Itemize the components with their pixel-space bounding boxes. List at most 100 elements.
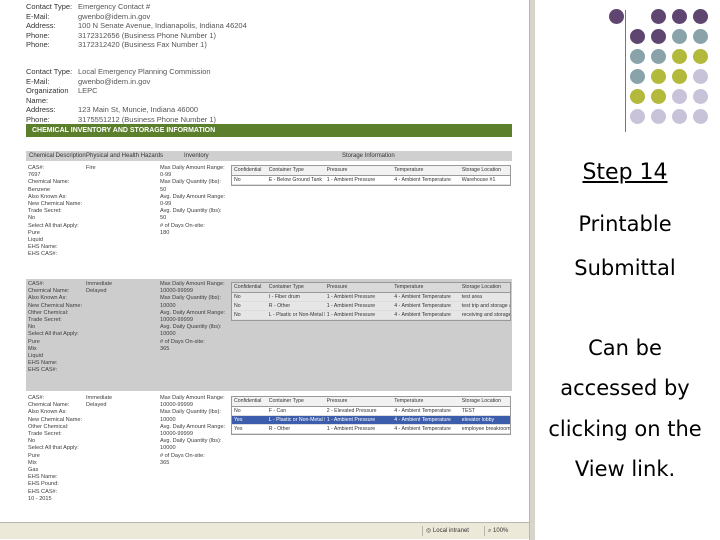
storage-cell: test trip and storage area (461, 303, 510, 309)
chemical-description-line: EHS CAS#: (28, 251, 58, 258)
storage-column-header: Temperature (394, 398, 424, 404)
decorative-dot (630, 109, 645, 124)
emergency-contact-block: Contact Type: Emergency Contact # E-Mail: g… (26, 2, 247, 50)
storage-cell: 1 - Ambient Pressure (326, 417, 376, 423)
storage-table: Confidential Container Type Pressure Temper… (231, 165, 511, 186)
chemical-description-line: Chemical Name: (28, 402, 70, 409)
header-storage-information: Storage Information (342, 153, 395, 159)
contact-value: LEPC (78, 86, 98, 95)
chemical-description-line: Pure (28, 229, 40, 236)
inventory-line: 50 (160, 215, 167, 222)
chemical-description-line: Trade Secret: (28, 208, 62, 215)
slide-line-6: View link. (574, 457, 676, 481)
chemical-description-line: New Chemical Name: (28, 416, 83, 423)
storage-cell: elevator lobby (461, 417, 495, 423)
inventory-line: 365 (160, 459, 170, 466)
storage-cell: 1 - Ambient Pressure (326, 426, 376, 432)
lepc-contact-block: Contact Type: Local Emergency Planning Co… (26, 67, 216, 124)
inventory-line: Avg. Daily Amount Range: (160, 309, 226, 316)
contact-label: E-Mail: (26, 76, 50, 86)
inventory-line: Max Daily Amount Range: (160, 165, 225, 171)
inventory-line: 10000-99999 (160, 402, 193, 409)
contact-label: Contact Type: (26, 67, 73, 76)
storage-cell: L - Plastic or Non-Metal Drum (268, 312, 325, 318)
header-hazards: Physical and Health Hazards (86, 153, 164, 159)
contact-value: Emergency Contact # (78, 2, 151, 11)
header-chemical-description: Chemical Description (29, 153, 86, 159)
hazards: Fire (86, 165, 156, 172)
slide-line-1: Printable (578, 212, 672, 236)
decorative-dot (693, 49, 708, 64)
chemical-description-line: Select All that Apply: (28, 331, 79, 338)
chemical-description-line: Gas (28, 467, 39, 474)
slide-divider-line (625, 10, 626, 132)
inventory: Max Daily Amount Range: 10000-99999 Max Da… (160, 281, 232, 353)
storage-column-header: Storage Location (461, 167, 502, 173)
storage-header-row: Confidential Container Type Pressure Temper… (232, 283, 510, 293)
chemical-description-line: Mix (28, 459, 37, 466)
zoom-icon: ⌕ (488, 528, 492, 534)
storage-row: Yes L - Plastic or Non-Metal Drum1 - Ambi… (232, 416, 510, 425)
inventory-line: 180 (160, 229, 170, 236)
storage-cell: test area (461, 294, 482, 300)
storage-cell: employee breakroom (461, 426, 510, 432)
inventory-line: 10000-99999 (160, 431, 193, 438)
chemical-description-line: Chemical Name: (28, 179, 70, 186)
decorative-dot (672, 109, 687, 124)
inventory-line: Avg. Daily Quantity (lbs): (160, 324, 222, 331)
inventory-line: # of Days On-site: (160, 452, 205, 459)
inventory-line: Max Daily Quantity (lbs): (160, 295, 221, 302)
storage-cell: 4 - Ambient Temperature (394, 303, 451, 309)
storage-cell: TEST (461, 408, 476, 414)
storage-row: Yes R - Other 1 - Ambient Pressure 4 - Ambi… (232, 425, 510, 434)
hazards-line: Delayed (86, 288, 107, 295)
chemical-record: CAS#: Chemical Name: Also Known As: New Che… (26, 393, 512, 521)
zoom-control[interactable]: ⌕ 100% (484, 526, 528, 536)
contact-row: Contact Type: Emergency Contact # (26, 2, 247, 12)
inventory-line: Max Daily Amount Range: (160, 395, 225, 401)
contact-row: Phone: 3175551212 (Business Phone Number … (26, 115, 216, 125)
chemical-description-line: Pure (28, 338, 40, 345)
storage-cell: 4 - Ambient Temperature (394, 426, 451, 432)
storage-column-header: Confidential (234, 398, 262, 404)
storage-column-header: Temperature (394, 284, 424, 290)
chemical-description-line: EHS Name: (28, 474, 58, 481)
chemical-description-line: 7697 (28, 172, 41, 179)
inventory-line: Avg. Daily Quantity (lbs): (160, 208, 222, 215)
chemical-description-line: CAS#: (28, 395, 45, 401)
chemical-description-line: Other Chemical: (28, 423, 69, 430)
decorative-dot (630, 89, 645, 104)
decorative-dot (693, 89, 708, 104)
storage-cell: F - Can (268, 408, 287, 414)
decorative-dot (609, 9, 624, 24)
storage-table: Confidential Container Type Pressure Temper… (231, 282, 511, 321)
contact-label: Phone: (26, 114, 50, 124)
contact-row: E-Mail: gwenbo@idem.in.gov (26, 12, 247, 22)
contact-row: Address: 100 N Senate Avenue, Indianapoli… (26, 21, 247, 31)
slide-line-3: Can be (588, 336, 662, 360)
contact-row: Contact Type: Local Emergency Planning Co… (26, 67, 216, 77)
storage-row: No I - Fiber drum 1 - Ambient Pressure 4 - … (232, 293, 510, 302)
contact-label: Address: (26, 21, 56, 30)
decorative-dot (672, 49, 687, 64)
chemical-description-line: EHS Name: (28, 360, 58, 367)
storage-cell: 2 - Elevated Pressure (326, 408, 377, 414)
inventory-line: 10000 (160, 416, 176, 423)
storage-cell: receiving and storage area (461, 312, 510, 318)
contact-label: Address: (26, 105, 56, 114)
chemical-description-line: No (28, 215, 36, 222)
inventory-line: 0-99 (160, 201, 172, 208)
contact-row: E-Mail: gwenbo@idem.in.gov (26, 77, 216, 87)
storage-column-header: Pressure (326, 398, 348, 404)
contact-row: Address: 123 Main St, Muncie, Indiana 460… (26, 105, 216, 115)
inventory-line: # of Days On-site: (160, 222, 205, 229)
storage-cell: No (234, 408, 241, 414)
chemical-description-line: Select All that Apply: (28, 222, 79, 229)
contact-label: E-Mail: (26, 11, 50, 21)
storage-column-header: Container Type (268, 167, 304, 173)
inventory: Max Daily Amount Range: 0-99 Max Daily Qua… (160, 165, 232, 237)
chemical-description-line: CAS#: (28, 281, 45, 287)
chemical-description: CAS#: Chemical Name: Also Known As: New Che… (28, 395, 84, 503)
storage-cell: No (234, 294, 241, 300)
storage-column-header: Confidential (234, 167, 262, 173)
